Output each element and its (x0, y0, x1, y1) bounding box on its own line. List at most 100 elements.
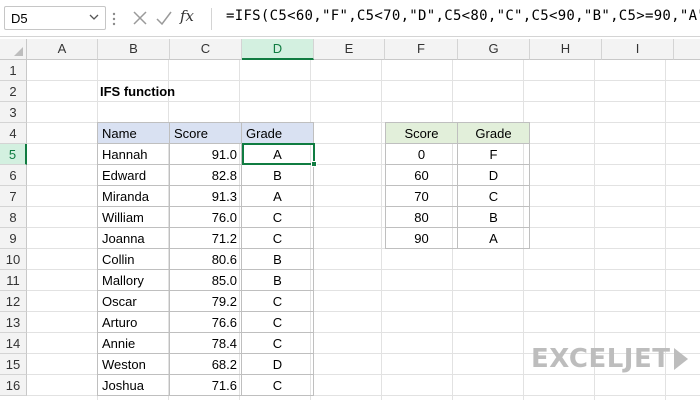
column-header-h[interactable]: H (530, 39, 602, 60)
row-header-16[interactable]: 16 (0, 375, 27, 396)
grade-cell[interactable]: B (241, 269, 314, 291)
column-header-f[interactable]: F (385, 39, 458, 60)
lookup-score-cell[interactable]: 70 (385, 185, 458, 207)
name-box[interactable]: D5 (4, 6, 106, 30)
row-header-13[interactable]: 13 (0, 312, 27, 333)
name-cell[interactable]: Collin (97, 248, 170, 270)
table-row: Joanna 71.2 C (97, 227, 314, 249)
column-header-c[interactable]: C (170, 39, 242, 60)
row-header-7[interactable]: 7 (0, 186, 27, 207)
insert-function-icon[interactable]: fx (180, 7, 194, 25)
column-header-j[interactable] (674, 39, 700, 60)
grade-cell[interactable]: C (241, 206, 314, 228)
grade-cell[interactable]: C (241, 227, 314, 249)
lookup-score-cell[interactable]: 60 (385, 164, 458, 186)
fill-handle[interactable] (311, 161, 317, 167)
drag-handle-icon[interactable] (112, 11, 116, 27)
grade-cell[interactable]: A (241, 185, 314, 207)
table-row: 0 F (385, 143, 530, 165)
lookup-header-grade[interactable]: Grade (457, 122, 530, 144)
row-header-14[interactable]: 14 (0, 333, 27, 354)
name-cell[interactable]: Miranda (97, 185, 170, 207)
lookup-grade-cell[interactable]: B (457, 206, 530, 228)
name-cell[interactable]: Arturo (97, 311, 170, 333)
row-header-1[interactable]: 1 (0, 60, 27, 81)
row-header-4[interactable]: 4 (0, 123, 27, 144)
grade-cell[interactable]: C (241, 311, 314, 333)
lookup-grade-cell[interactable]: A (457, 227, 530, 249)
row-header-8[interactable]: 8 (0, 207, 27, 228)
lookup-grade-cell[interactable]: F (457, 143, 530, 165)
row-header-6[interactable]: 6 (0, 165, 27, 186)
header-score[interactable]: Score (169, 122, 242, 144)
grade-cell[interactable]: B (241, 164, 314, 186)
row-header-3[interactable]: 3 (0, 102, 27, 123)
name-cell[interactable]: Weston (97, 353, 170, 375)
name-cell[interactable]: Edward (97, 164, 170, 186)
sheet-title: IFS function (100, 84, 176, 99)
select-all-corner[interactable] (0, 39, 27, 60)
lookup-score-cell[interactable]: 90 (385, 227, 458, 249)
name-cell[interactable]: Joshua (97, 374, 170, 396)
row-header-15[interactable]: 15 (0, 354, 27, 375)
lookup-header-score[interactable]: Score (385, 122, 458, 144)
row-header-12[interactable]: 12 (0, 291, 27, 312)
grade-lookup-table: Score Grade 0 F 60 D 70 C 80 B 90 A (385, 122, 530, 249)
score-cell[interactable]: 91.3 (169, 185, 242, 207)
row-header-10[interactable]: 10 (0, 249, 27, 270)
lookup-score-cell[interactable]: 0 (385, 143, 458, 165)
score-cell[interactable]: 71.2 (169, 227, 242, 249)
table-row: 70 C (385, 185, 530, 207)
grade-cell[interactable]: C (241, 332, 314, 354)
name-cell[interactable]: Annie (97, 332, 170, 354)
enter-check-icon[interactable] (154, 8, 174, 28)
grade-cell[interactable]: D (241, 353, 314, 375)
name-cell[interactable]: Hannah (97, 143, 170, 165)
formula-input[interactable]: =IFS(C5<60,"F",C5<70,"D",C5<80,"C",C5<90… (226, 8, 700, 24)
grade-cell[interactable]: C (241, 374, 314, 396)
column-header-e[interactable]: E (314, 39, 385, 60)
table-row: Arturo 76.6 C (97, 311, 314, 333)
lookup-grade-cell[interactable]: C (457, 185, 530, 207)
score-cell[interactable]: 91.0 (169, 143, 242, 165)
score-cell[interactable]: 85.0 (169, 269, 242, 291)
score-cell[interactable]: 68.2 (169, 353, 242, 375)
row-header-9[interactable]: 9 (0, 228, 27, 249)
table-row: Edward 82.8 B (97, 164, 314, 186)
table-row: Oscar 79.2 C (97, 290, 314, 312)
grade-cell[interactable]: B (241, 248, 314, 270)
table-row: Collin 80.6 B (97, 248, 314, 270)
score-cell[interactable]: 79.2 (169, 290, 242, 312)
header-name[interactable]: Name (97, 122, 170, 144)
row-header-5[interactable]: 5 (0, 144, 27, 165)
column-header-b[interactable]: B (98, 39, 170, 60)
table-row: Weston 68.2 D (97, 353, 314, 375)
row-header-2[interactable]: 2 (0, 81, 27, 102)
lookup-score-cell[interactable]: 80 (385, 206, 458, 228)
logo-arrow-icon (674, 348, 689, 370)
chevron-down-icon[interactable] (89, 10, 99, 24)
grade-cell[interactable]: A (241, 143, 314, 165)
score-cell[interactable]: 76.6 (169, 311, 242, 333)
column-header-a[interactable]: A (27, 39, 98, 60)
score-cell[interactable]: 71.6 (169, 374, 242, 396)
lookup-grade-cell[interactable]: D (457, 164, 530, 186)
score-cell[interactable]: 80.6 (169, 248, 242, 270)
name-box-value: D5 (11, 11, 28, 26)
header-grade[interactable]: Grade (241, 122, 314, 144)
column-header-g[interactable]: G (458, 39, 530, 60)
cancel-icon[interactable] (130, 8, 150, 28)
score-cell[interactable]: 82.8 (169, 164, 242, 186)
score-cell[interactable]: 78.4 (169, 332, 242, 354)
row-header-11[interactable]: 11 (0, 270, 27, 291)
column-header-d[interactable]: D (242, 39, 314, 60)
name-cell[interactable]: Joanna (97, 227, 170, 249)
name-cell[interactable]: Mallory (97, 269, 170, 291)
name-cell[interactable]: Oscar (97, 290, 170, 312)
grade-cell[interactable]: C (241, 290, 314, 312)
score-cell[interactable]: 76.0 (169, 206, 242, 228)
exceljet-logo: EXCELJET (531, 344, 689, 374)
column-header-i[interactable]: I (602, 39, 674, 60)
formula-bar: D5 fx =IFS(C5<60,"F",C5<70,"D",C5<80,"C"… (0, 0, 700, 37)
name-cell[interactable]: William (97, 206, 170, 228)
